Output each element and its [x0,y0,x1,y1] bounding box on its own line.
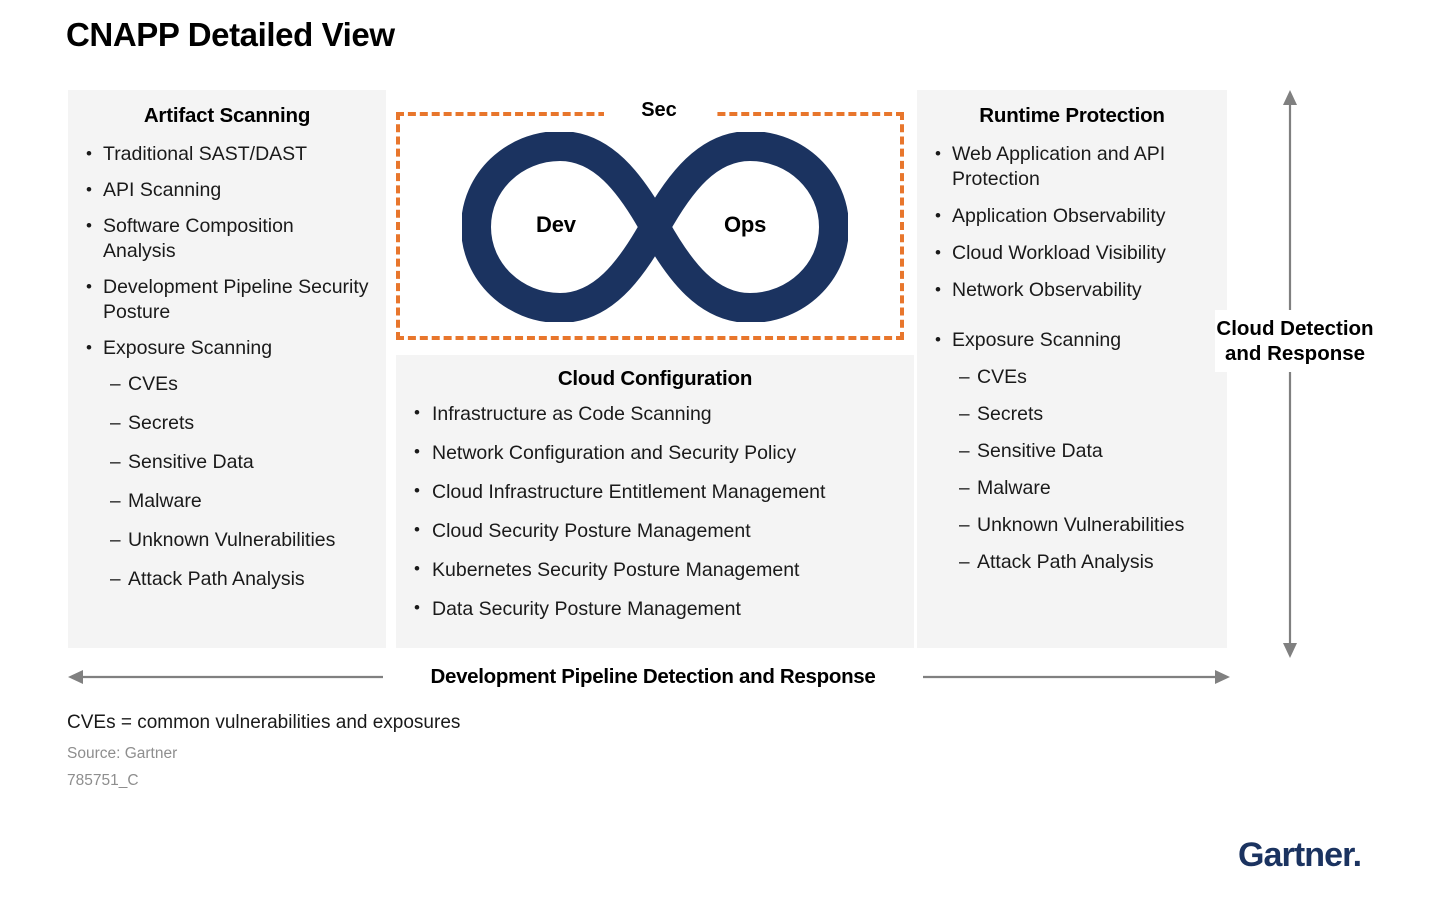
list-item: Network Configuration and Security Polic… [412,439,898,466]
list-item: Application Observability [933,203,1211,229]
devops-infinity-icon [462,132,848,322]
footnote-source: Source: Gartner [67,745,178,762]
gartner-logo: Gartner. [1238,836,1362,874]
ops-label: Ops [724,212,767,237]
list-item: Malware [933,476,1211,501]
panel-heading-runtime-protection: Runtime Protection [979,104,1165,127]
list-item: Exposure Scanning [84,335,370,361]
list-item: CVEs [84,372,370,397]
artifact-scanning-list: Traditional SAST/DAST API Scanning Softw… [84,141,370,592]
footnote-definition: CVEs = common vulnerabilities and exposu… [67,712,461,733]
list-item: Traditional SAST/DAST [84,141,370,167]
cloud-detection-response-arrow-icon [1279,88,1301,660]
panel-artifact-scanning: Artifact Scanning Traditional SAST/DAST … [68,90,386,648]
list-item: Development Pipeline Security Posture [84,274,370,325]
list-item: Network Observability [933,277,1211,303]
dev-label: Dev [536,212,576,237]
list-item: Attack Path Analysis [933,550,1211,575]
list-item: Exposure Scanning [933,327,1211,353]
panel-heading-cloud-configuration: Cloud Configuration [557,367,753,390]
cloud-detection-response-label: Cloud Detection and Response [1215,310,1375,372]
page-title: CNAPP Detailed View [66,16,395,53]
list-item: Cloud Workload Visibility [933,240,1211,266]
list-item: Attack Path Analysis [84,567,370,592]
list-item: CVEs [933,365,1211,390]
list-item: API Scanning [84,177,370,203]
panel-runtime-protection: Runtime Protection Web Application and A… [917,90,1227,648]
development-pipeline-label: Development Pipeline Detection and Respo… [383,663,923,691]
list-item: Unknown Vulnerabilities [933,513,1211,538]
list-item: Data Security Posture Management [412,595,898,622]
list-item: Infrastructure as Code Scanning [412,400,898,427]
footnotes: CVEs = common vulnerabilities and exposu… [67,712,460,799]
list-item: Kubernetes Security Posture Management [412,556,898,583]
cloud-configuration-list: Infrastructure as Code Scanning Network … [412,400,898,622]
list-item: Web Application and API Protection [933,141,1211,192]
panel-heading-artifact-scanning: Artifact Scanning [143,104,311,127]
list-item: Secrets [933,402,1211,427]
list-item: Cloud Infrastructure Entitlement Managem… [412,478,898,505]
runtime-protection-list: Web Application and API Protection Appli… [933,141,1211,575]
list-item: Software Composition Analysis [84,213,370,264]
list-item: Malware [84,489,370,514]
footnote-document-id: 785751_C [67,772,139,789]
list-item: Sensitive Data [933,439,1211,464]
sec-label: Sec [604,98,714,124]
list-item: Unknown Vulnerabilities [84,528,370,553]
list-item: Secrets [84,411,370,436]
list-item: Cloud Security Posture Management [412,517,898,544]
panel-cloud-configuration: Cloud Configuration Infrastructure as Co… [396,355,914,648]
list-item: Sensitive Data [84,450,370,475]
